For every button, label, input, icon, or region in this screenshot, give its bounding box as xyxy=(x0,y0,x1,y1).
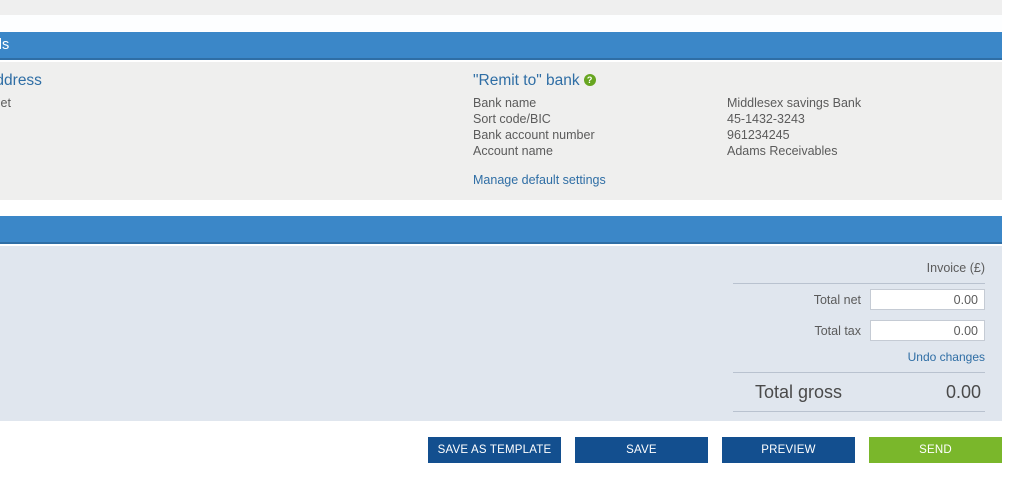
remit-to-details-title: t to" details xyxy=(0,37,10,53)
undo-changes-link[interactable]: Undo changes xyxy=(908,350,985,364)
remit-to-address-heading: it to" address xyxy=(0,72,42,89)
remit-to-details-body: it to" address ken Street chusetts D STA… xyxy=(0,62,1002,200)
total-net-label: Total net xyxy=(813,292,861,307)
section-spacer-middle xyxy=(0,200,1002,216)
action-button-bar: SAVE AS TEMPLATE SAVE PREVIEW SEND xyxy=(0,437,1002,463)
summary-header: ary xyxy=(0,216,1002,244)
bank-detail-row: Bank name Middlesex savings Bank xyxy=(473,95,993,111)
undo-changes-row: Undo changes xyxy=(733,346,985,372)
save-as-template-button[interactable]: SAVE AS TEMPLATE xyxy=(428,437,561,463)
remit-to-address-block: it to" address ken Street chusetts D STA… xyxy=(0,72,450,178)
section-spacer-top xyxy=(0,15,1002,31)
remit-to-bank-heading-text: "Remit to" bank xyxy=(473,72,580,89)
invoice-editor-page: t to" details it to" address ken Street … xyxy=(0,0,1024,500)
manage-default-settings-link[interactable]: Manage default settings xyxy=(473,173,606,187)
address-line-2 xyxy=(0,112,450,129)
totals-panel: Invoice (£) Total net Total tax Undo cha… xyxy=(733,246,985,412)
bank-detail-value: Middlesex savings Bank xyxy=(727,96,862,110)
summary-body: Invoice (£) Total net Total tax Undo cha… xyxy=(0,246,1002,421)
send-button[interactable]: SEND xyxy=(869,437,1002,463)
save-button[interactable]: SAVE xyxy=(575,437,708,463)
bank-detail-label: Account name xyxy=(473,144,553,158)
invoice-currency-label: Invoice (£) xyxy=(926,261,985,275)
address-line-5: D STATES xyxy=(0,161,450,178)
bank-detail-value: Adams Receivables xyxy=(727,144,838,158)
bank-detail-value: 961234245 xyxy=(727,128,790,142)
help-icon[interactable]: ? xyxy=(583,74,596,86)
bank-detail-row: Bank account number 961234245 xyxy=(473,127,993,143)
remit-to-details-header: t to" details xyxy=(0,32,1002,60)
bank-detail-row: Account name Adams Receivables xyxy=(473,143,993,159)
address-line-3: chusetts xyxy=(0,128,450,145)
bank-detail-value: 45-1432-3243 xyxy=(727,112,805,126)
address-line-4 xyxy=(0,145,450,162)
total-net-row: Total net xyxy=(733,284,985,315)
total-tax-row: Total tax xyxy=(733,315,985,346)
remit-to-bank-heading: "Remit to" bank? xyxy=(473,72,993,90)
total-gross-value: 0.00 xyxy=(945,381,981,402)
bank-detail-label: Sort code/BIC xyxy=(473,112,551,126)
preview-button[interactable]: PREVIEW xyxy=(722,437,855,463)
previous-section-panel xyxy=(0,0,1002,15)
address-line-1: ken Street xyxy=(0,96,11,110)
bank-detail-label: Bank name xyxy=(473,96,537,110)
total-net-input[interactable] xyxy=(870,289,985,310)
totals-divider-bottom xyxy=(733,411,985,412)
bank-detail-row: Sort code/BIC 45-1432-3243 xyxy=(473,111,993,127)
total-tax-label: Total tax xyxy=(814,323,861,338)
total-gross-row: Total gross 0.00 xyxy=(733,373,985,411)
bank-detail-label: Bank account number xyxy=(473,128,595,142)
total-gross-label: Total gross xyxy=(755,381,843,402)
total-tax-input[interactable] xyxy=(870,320,985,341)
remit-to-bank-block: "Remit to" bank? Bank name Middlesex sav… xyxy=(473,72,993,189)
